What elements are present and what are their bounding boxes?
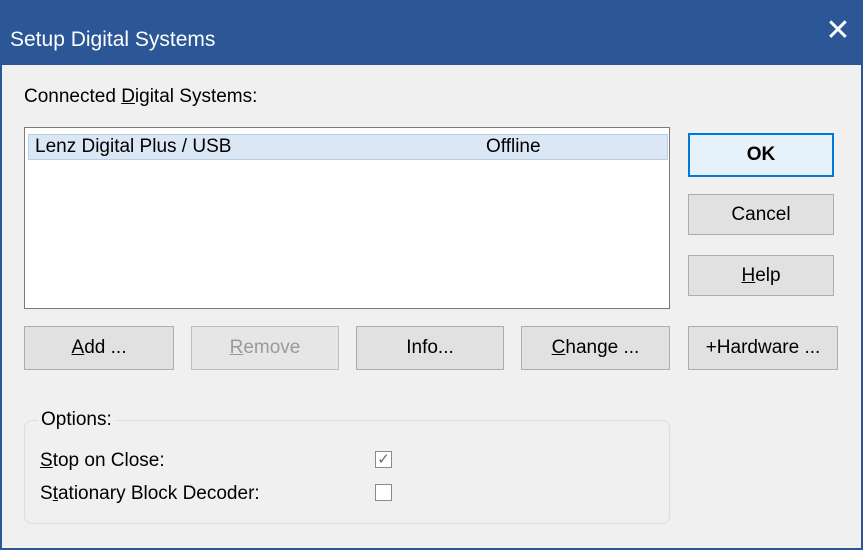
label-part: Connected <box>24 86 122 107</box>
list-item[interactable]: Lenz Digital Plus / USB Offline <box>28 134 668 160</box>
stationary-block-decoder-checkbox[interactable] <box>375 484 392 501</box>
cancel-label: Cancel <box>731 204 791 225</box>
info-label: Info... <box>406 337 454 358</box>
window-title: Setup Digital Systems <box>10 28 216 51</box>
stationary-part: ationary Block Decoder: <box>57 483 260 504</box>
ok-button[interactable]: OK <box>688 133 834 177</box>
remove-label: Remove <box>192 327 338 369</box>
add-label: Add ... <box>25 327 173 369</box>
setup-digital-systems-dialog: Setup Digital Systems ✕ Connected Digita… <box>0 0 863 550</box>
label-part: igital Systems: <box>134 86 258 107</box>
title-bar[interactable]: Setup Digital Systems ✕ <box>2 0 861 65</box>
checkmark-icon: ✓ <box>377 451 390 468</box>
stationary-block-decoder-label: Stationary Block Decoder: <box>40 483 260 505</box>
remove-rest: emove <box>243 337 301 358</box>
close-icon[interactable]: ✕ <box>817 10 859 52</box>
stop-mnemonic: S <box>40 450 53 471</box>
label-mnemonic: D <box>121 86 135 107</box>
system-status: Offline <box>486 136 541 157</box>
ok-label: OK <box>746 144 776 165</box>
add-rest: dd ... <box>84 337 127 358</box>
add-mnemonic: A <box>71 337 85 358</box>
remove-button[interactable]: Remove <box>191 326 339 370</box>
add-button[interactable]: Add ... <box>24 326 174 370</box>
connected-systems-label: Connected Digital Systems: <box>24 86 257 108</box>
stationary-part: S <box>40 483 53 504</box>
options-group-title: Options: <box>38 409 115 431</box>
change-mnemonic: C <box>551 337 566 358</box>
help-mnemonic: H <box>741 265 756 286</box>
stop-on-close-checkbox[interactable]: ✓ <box>375 451 392 468</box>
change-button[interactable]: Change ... <box>521 326 670 370</box>
change-label: Change ... <box>522 327 669 369</box>
remove-mnemonic: R <box>229 337 244 358</box>
options-group <box>24 420 670 524</box>
help-label: Help <box>689 256 833 295</box>
cancel-button[interactable]: Cancel <box>688 194 834 235</box>
hardware-label: +Hardware ... <box>705 337 821 358</box>
help-rest: elp <box>755 265 781 286</box>
change-rest: hange ... <box>565 337 640 358</box>
stop-rest: top on Close: <box>52 450 165 471</box>
system-name: Lenz Digital Plus / USB <box>35 136 232 157</box>
hardware-button[interactable]: +Hardware ... <box>688 326 838 370</box>
help-button[interactable]: Help <box>688 255 834 296</box>
info-button[interactable]: Info... <box>356 326 504 370</box>
stop-on-close-label: Stop on Close: <box>40 450 165 472</box>
connected-systems-list[interactable]: Lenz Digital Plus / USB Offline <box>24 127 670 309</box>
